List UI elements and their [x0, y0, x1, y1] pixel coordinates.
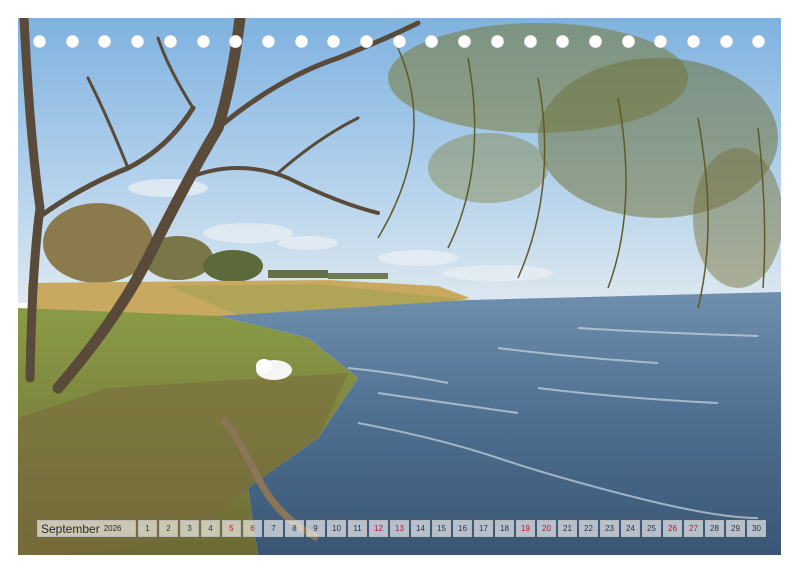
binding-hole: [556, 35, 570, 48]
day-cell: 26: [663, 520, 682, 537]
day-cell: 21: [558, 520, 577, 537]
binding-hole: [261, 35, 275, 48]
day-cell: 16: [453, 520, 472, 537]
binding-hole: [458, 35, 472, 48]
day-cell: 5: [222, 520, 241, 537]
year-label: 2026: [103, 524, 122, 533]
day-cell: 22: [579, 520, 598, 537]
binding-hole: [131, 35, 145, 48]
lake-scene: [18, 18, 781, 555]
landscape-photo: [18, 18, 781, 555]
binding-hole: [687, 35, 700, 48]
binding-hole: [490, 35, 504, 48]
day-cell: 7: [264, 520, 283, 537]
day-cell: 24: [621, 520, 640, 537]
month-name: September: [41, 521, 100, 536]
month-label: September 2026: [37, 520, 136, 537]
day-cell: 4: [201, 520, 220, 537]
day-cell: 19: [516, 520, 535, 537]
day-cell: 14: [411, 520, 430, 537]
day-cell: 12: [369, 520, 388, 537]
day-cell: 25: [642, 520, 661, 537]
day-cell: 1: [138, 520, 157, 537]
calendar-strip: September 2026 1 2 3 4 5 6 7 8 9 10 11 12 13 14 15 16 17…: [37, 519, 766, 538]
day-cell: 2: [159, 520, 178, 537]
binding-hole: [392, 35, 406, 48]
binding-hole: [98, 35, 112, 48]
binding-holes: [33, 35, 768, 49]
day-cell: 28: [705, 520, 724, 537]
day-cell: 27: [684, 520, 703, 537]
day-cell: 6: [243, 520, 262, 537]
binding-hole: [196, 35, 210, 48]
day-cell: 17: [474, 520, 493, 537]
day-cell: 10: [327, 520, 346, 537]
binding-hole: [360, 35, 373, 48]
binding-hole: [65, 35, 79, 48]
day-cell: 30: [747, 520, 766, 537]
day-cell: 20: [537, 520, 556, 537]
binding-hole: [229, 35, 243, 48]
binding-hole: [621, 35, 635, 48]
binding-hole: [654, 35, 668, 48]
binding-hole: [752, 35, 766, 48]
calendar-page: September 2026 1 2 3 4 5 6 7 8 9 10 11 12 13 14 15 16 17…: [0, 0, 800, 575]
day-cell: 29: [726, 520, 745, 537]
day-cell: 13: [390, 520, 409, 537]
day-cell: 9: [306, 520, 325, 537]
binding-hole: [588, 35, 602, 48]
binding-hole: [719, 35, 733, 48]
binding-hole: [327, 35, 341, 48]
day-cell: 23: [600, 520, 619, 537]
binding-hole: [523, 35, 537, 48]
day-cell: 18: [495, 520, 514, 537]
binding-hole: [294, 35, 308, 48]
binding-hole: [33, 35, 46, 48]
binding-hole: [163, 35, 177, 48]
binding-hole: [425, 35, 439, 48]
day-cell: 3: [180, 520, 199, 537]
day-cell: 15: [432, 520, 451, 537]
day-cell: 8: [285, 520, 304, 537]
day-cell: 11: [348, 520, 367, 537]
